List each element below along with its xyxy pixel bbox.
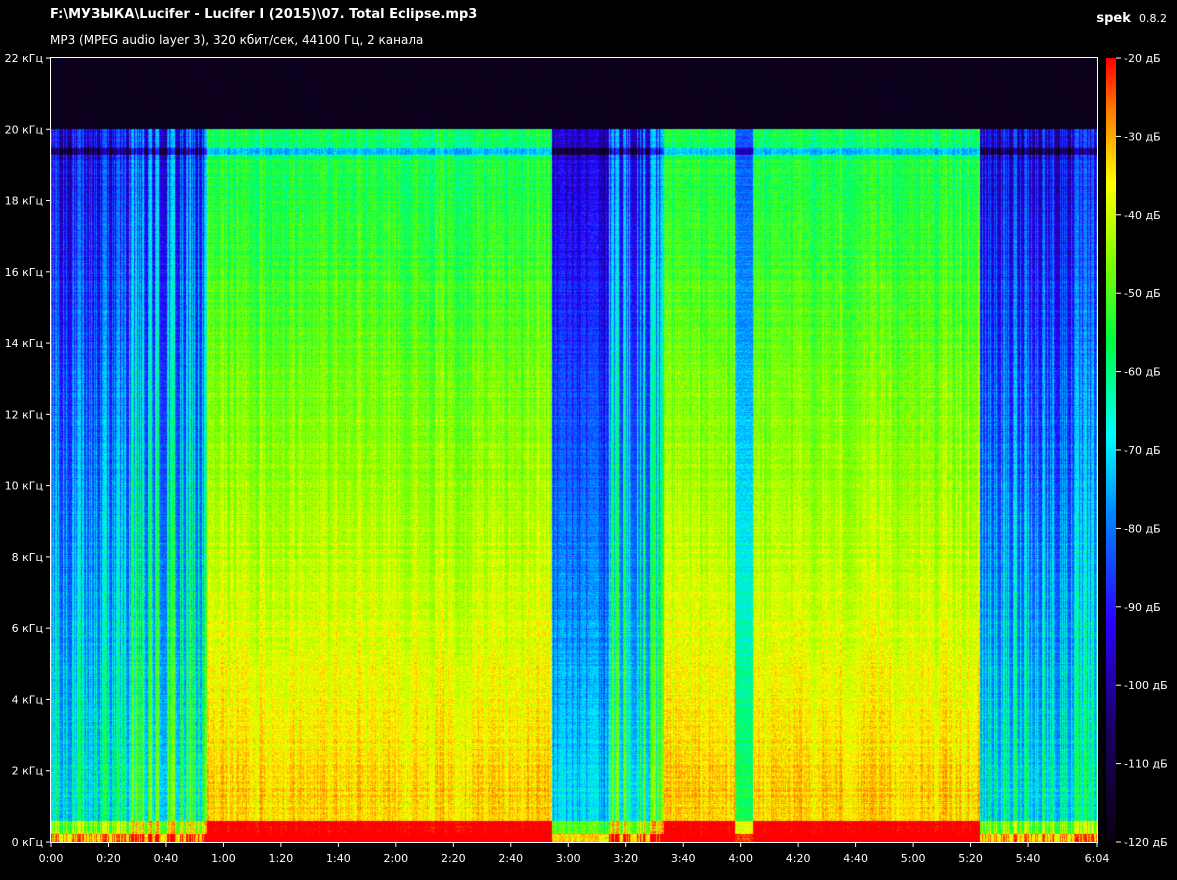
y-tick-label: 22 кГц	[5, 52, 43, 65]
x-tick-label: 1:40	[326, 852, 351, 865]
y-axis: 0 кГц 2 кГц 4 кГц 6 кГц 8 кГц 10 кГц 12 кГц 14 …	[5, 52, 51, 849]
y-tick-label: 10 кГц	[5, 480, 43, 493]
x-tick-label: 1:00	[211, 852, 236, 865]
y-tick-label: 4 кГц	[12, 693, 43, 706]
spectrogram-axes: 0:00 0:20 0:40 1:00 1:20 1:40 2:00 2:20 2:40 3:00…	[5, 52, 1168, 865]
y-tick-label: 18 кГц	[5, 195, 43, 208]
x-tick-label: 2:20	[441, 852, 466, 865]
x-tick-label: 0:40	[154, 852, 179, 865]
y-tick-label: 16 кГц	[5, 266, 43, 279]
x-tick-label: 3:00	[556, 852, 581, 865]
colorbar-tick-label: -20 дБ	[1124, 52, 1161, 65]
x-axis: 0:00 0:20 0:40 1:00 1:20 1:40 2:00 2:20 2:40 3:00…	[39, 842, 1110, 865]
colorbar-tick-label: -50 дБ	[1124, 287, 1161, 300]
colorbar-tick-label: -30 дБ	[1124, 130, 1161, 143]
x-tick-label: 4:20	[786, 852, 811, 865]
x-tick-label: 5:40	[1016, 852, 1041, 865]
plot-frame	[50, 57, 1098, 843]
colorbar-tick-label: -60 дБ	[1124, 366, 1161, 379]
x-tick-label: 0:00	[39, 852, 64, 865]
spek-window: F:\МУЗЫКА\Lucifer - Lucifer I (2015)\07.…	[0, 0, 1177, 880]
y-tick-label: 14 кГц	[5, 337, 43, 350]
x-tick-label: 5:20	[958, 852, 983, 865]
x-tick-label: 5:00	[901, 852, 926, 865]
y-tick-label: 2 кГц	[12, 765, 43, 778]
x-tick-label: 2:40	[498, 852, 523, 865]
y-tick-label: 20 кГц	[5, 123, 43, 136]
colorbar-tick-label: -80 дБ	[1124, 522, 1161, 535]
colorbar-tick-label: -110 дБ	[1124, 758, 1168, 771]
x-tick-label: 3:40	[671, 852, 696, 865]
colorbar-axis: -20 дБ -30 дБ -40 дБ -50 дБ -60 дБ -70 дБ -80 …	[1116, 52, 1168, 849]
x-tick-label: 4:00	[728, 852, 753, 865]
colorbar-tick-label: -90 дБ	[1124, 601, 1161, 614]
x-tick-label: 0:20	[96, 852, 121, 865]
x-tick-label: 6:04	[1085, 852, 1110, 865]
colorbar	[1106, 58, 1116, 842]
colorbar-tick-label: -100 дБ	[1124, 679, 1168, 692]
x-tick-label: 4:40	[843, 852, 868, 865]
colorbar-tick-label: -40 дБ	[1124, 209, 1161, 222]
x-tick-label: 1:20	[269, 852, 294, 865]
y-tick-label: 8 кГц	[12, 551, 43, 564]
x-tick-label: 3:20	[613, 852, 638, 865]
x-tick-label: 2:00	[383, 852, 408, 865]
y-tick-label: 6 кГц	[12, 622, 43, 635]
colorbar-tick-label: -70 дБ	[1124, 444, 1161, 457]
colorbar-tick-label: -120 дБ	[1124, 836, 1168, 849]
y-tick-label: 0 кГц	[12, 836, 43, 849]
y-tick-label: 12 кГц	[5, 408, 43, 421]
